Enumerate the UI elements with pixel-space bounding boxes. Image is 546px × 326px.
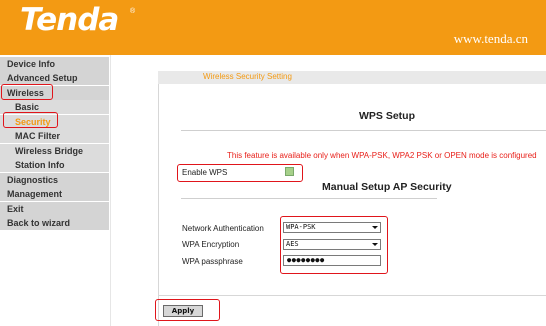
main-content: Wireless Security Setting WPS Setup This… xyxy=(111,55,546,326)
sidebar-item-advanced-setup[interactable]: Advanced Setup xyxy=(0,71,109,85)
sidebar-item-management[interactable]: Management xyxy=(0,187,109,201)
sidebar-item-wireless-bridge[interactable]: Wireless Bridge xyxy=(0,144,109,158)
network-authentication-label: Network Authentication xyxy=(182,224,264,233)
wps-divider xyxy=(181,130,546,131)
enable-wps-label: Enable WPS xyxy=(182,168,228,177)
wpa-encryption-select[interactable]: AES xyxy=(283,239,381,250)
panel-left-border xyxy=(158,84,159,326)
sidebar-item-basic[interactable]: Basic xyxy=(0,100,109,114)
sidebar-nav: Device Info Advanced Setup Wireless Basi… xyxy=(0,55,111,326)
wpa-encryption-value: AES xyxy=(286,240,299,248)
sidebar-item-station-info[interactable]: Station Info xyxy=(0,158,109,172)
sidebar-item-diagnostics[interactable]: Diagnostics xyxy=(0,173,109,187)
wps-availability-notice: This feature is available only when WPA-… xyxy=(227,151,537,160)
site-url[interactable]: www.tenda.cn xyxy=(454,31,528,47)
apply-button[interactable]: Apply xyxy=(163,305,203,317)
sidebar-item-mac-filter[interactable]: MAC Filter xyxy=(0,129,109,143)
sidebar-item-wireless[interactable]: Wireless xyxy=(0,86,109,100)
sidebar-item-device-info[interactable]: Device Info xyxy=(0,57,109,71)
trademark-symbol: ® xyxy=(130,8,136,15)
router-admin-page: Tenda ® www.tenda.cn Device Info Advance… xyxy=(0,0,546,326)
tenda-logo: Tenda xyxy=(20,2,119,38)
sidebar-item-security[interactable]: Security xyxy=(0,115,109,129)
sidebar-item-back-to-wizard[interactable]: Back to wizard xyxy=(0,216,109,230)
manual-setup-divider xyxy=(181,198,437,199)
wps-setup-heading: WPS Setup xyxy=(359,110,416,122)
manual-setup-heading: Manual Setup AP Security xyxy=(322,181,452,193)
wpa-passphrase-label: WPA passphrase xyxy=(182,257,243,266)
chevron-down-icon xyxy=(372,226,378,229)
header-bar: Tenda ® www.tenda.cn xyxy=(0,0,546,55)
enable-wps-checkbox[interactable] xyxy=(285,167,294,176)
wpa-encryption-label: WPA Encryption xyxy=(182,240,240,249)
network-authentication-value: WPA-PSK xyxy=(286,223,316,231)
section-title: Wireless Security Setting xyxy=(203,72,292,81)
form-bottom-divider xyxy=(158,295,546,296)
network-authentication-select[interactable]: WPA-PSK xyxy=(283,222,381,233)
section-title-bar: Wireless Security Setting xyxy=(158,71,546,84)
wpa-passphrase-input[interactable]: ●●●●●●●● xyxy=(283,255,381,266)
sidebar-item-exit[interactable]: Exit xyxy=(0,202,109,216)
chevron-down-icon xyxy=(372,243,378,246)
